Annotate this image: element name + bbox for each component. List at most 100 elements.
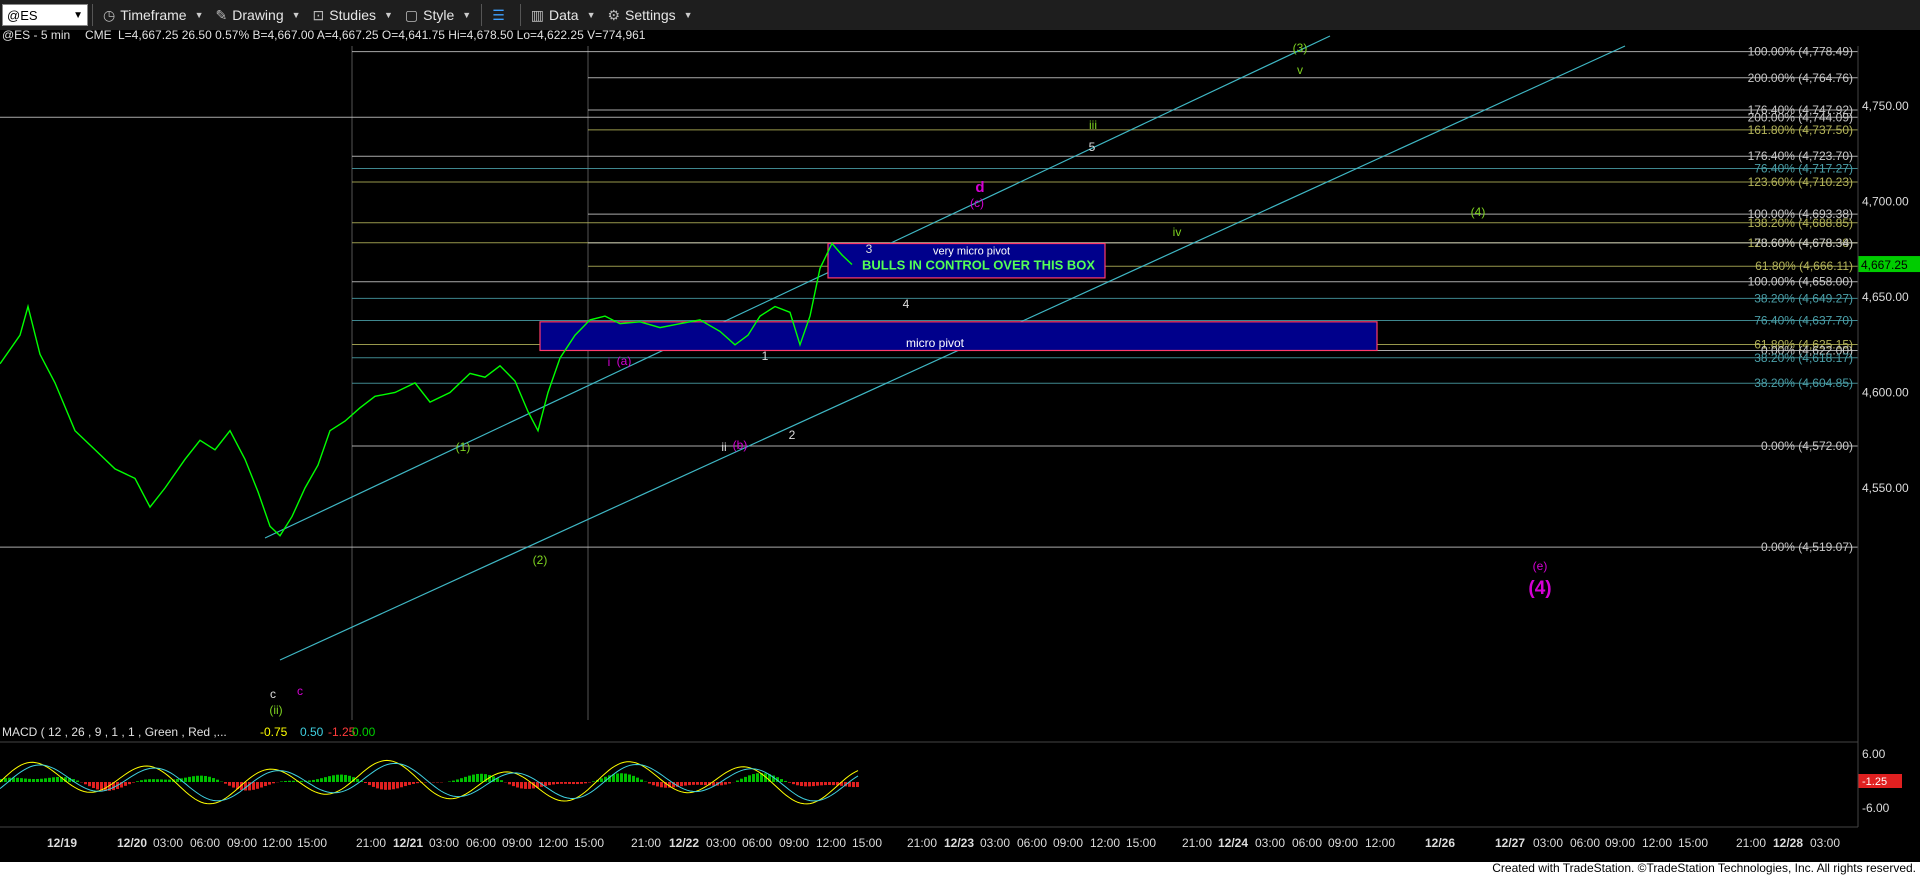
macd-histogram-bar: [228, 782, 231, 786]
macd-histogram-bar: [616, 773, 619, 782]
macd-histogram-bar: [144, 779, 147, 782]
macd-histogram-bar: [264, 782, 267, 787]
macd-histogram-bar: [728, 782, 731, 784]
style-button[interactable]: ▢ Style ▼: [399, 2, 477, 28]
macd-histogram-bar: [388, 782, 391, 790]
x-tick-label: 03:00: [153, 836, 183, 850]
macd-histogram-bar: [500, 780, 503, 782]
studies-label: Studies: [329, 7, 376, 23]
wave-label: v: [1297, 63, 1303, 77]
macd-histogram-bar: [308, 780, 311, 782]
macd-histogram-bar: [96, 782, 99, 790]
wave-label: (e): [1533, 559, 1548, 573]
macd-histogram-bar: [48, 777, 51, 782]
price-chart[interactable]: @ES - 5 min CME L=4,667.25 26.50 0.57% B=4…: [0, 30, 1920, 876]
macd-histogram-bar: [804, 782, 807, 787]
macd-histogram-bar: [700, 782, 703, 785]
macd-histogram-bar: [372, 782, 375, 787]
x-tick-label: 12/22: [669, 836, 699, 850]
settings-button[interactable]: ⚙ Settings ▼: [601, 2, 698, 28]
x-tick-label: 06:00: [1292, 836, 1322, 850]
timeframe-button[interactable]: ◷ Timeframe ▼: [97, 2, 210, 28]
wave-label: i: [608, 355, 611, 369]
macd-histogram-bar: [268, 782, 271, 785]
wave-label: d: [975, 179, 984, 196]
macd-histogram-bar: [408, 782, 411, 785]
macd-histogram-bar: [40, 778, 43, 782]
x-tick-label: 21:00: [356, 836, 386, 850]
fib-level-label: 0.00% (4,572.00): [1761, 439, 1853, 453]
macd-histogram-bar: [168, 779, 171, 782]
macd-histogram-bar: [140, 780, 143, 782]
symbol-value: @ES: [7, 8, 38, 23]
toolbar-divider: [519, 4, 521, 26]
macd-histogram-bar: [376, 782, 379, 789]
macd-histogram-bar: [384, 782, 387, 790]
macd-histogram-bar: [188, 776, 191, 782]
studies-icon: ⊡: [312, 6, 325, 23]
macd-histogram-bar: [212, 778, 215, 782]
macd-histogram-bar: [704, 782, 707, 786]
x-tick-label: 03:00: [706, 836, 736, 850]
macd-histogram-bar: [624, 773, 627, 782]
macd-histogram-bar: [300, 780, 303, 782]
micro-pivot-label: micro pivot: [906, 336, 965, 350]
x-tick-label: 06:00: [190, 836, 220, 850]
macd-histogram-bar: [148, 779, 151, 782]
x-tick-label: 09:00: [1328, 836, 1358, 850]
data-label: Data: [548, 7, 579, 23]
macd-histogram-bar: [204, 775, 207, 782]
macd-histogram-bar: [332, 775, 335, 782]
last-price-label: 4,667.25: [1861, 258, 1908, 272]
y-tick-label: 4,600.00: [1862, 386, 1909, 400]
macd-histogram-bar: [316, 779, 319, 782]
macd-histogram-bar: [528, 782, 531, 789]
fib-level-label: 76.40% (4,637.70): [1754, 313, 1853, 327]
studies-button[interactable]: ⊡ Studies ▼: [307, 2, 399, 28]
macd-histogram-bar: [92, 782, 95, 789]
chart-area[interactable]: @ES - 5 min CME L=4,667.25 26.50 0.57% B=4…: [0, 30, 1920, 876]
layout-button[interactable]: ☰: [486, 2, 516, 28]
fib-level-label: 38.20% (4,649.27): [1754, 291, 1853, 305]
chevron-down-icon: ▼: [383, 10, 393, 20]
fib-level-label: 38.20% (4,618.17): [1754, 351, 1853, 365]
x-tick-label: 06:00: [1017, 836, 1047, 850]
macd-histogram-bar: [32, 779, 35, 782]
macd-histogram-bar: [792, 782, 795, 785]
symbol-select[interactable]: @ES ▼: [2, 4, 88, 26]
fib-level-label: 38.20% (4,604.85): [1754, 376, 1853, 390]
wave-label: (3): [1293, 41, 1308, 55]
toolbar-divider: [481, 4, 483, 26]
macd-histogram-bar: [52, 777, 55, 782]
macd-value: 0.50: [300, 725, 324, 739]
wave-label: iii: [1089, 118, 1097, 132]
data-button[interactable]: ▥ Data ▼: [525, 2, 602, 28]
x-tick-label: 15:00: [1126, 836, 1156, 850]
macd-histogram-bar: [736, 780, 739, 782]
macd-histogram-bar: [816, 782, 819, 786]
macd-histogram-bar: [28, 778, 31, 782]
macd-histogram-bar: [692, 782, 695, 785]
wave-label: (ii): [269, 703, 282, 717]
macd-histogram-bar: [784, 780, 787, 782]
chevron-down-icon: ▼: [73, 10, 83, 21]
macd-histogram-bar: [284, 780, 287, 782]
macd-histogram-bar: [164, 779, 167, 782]
x-tick-label: 12:00: [1642, 836, 1672, 850]
x-tick-label: 06:00: [466, 836, 496, 850]
wave-label: 3: [866, 242, 873, 256]
macd-histogram-bar: [748, 775, 751, 782]
macd-histogram-bar: [464, 776, 467, 782]
chevron-down-icon: ▼: [683, 10, 693, 20]
wave-label: (a): [617, 354, 632, 368]
x-tick-label: 03:00: [980, 836, 1010, 850]
x-tick-label: 15:00: [297, 836, 327, 850]
wave-label: (c): [970, 196, 984, 210]
drawing-button[interactable]: ✎ Drawing ▼: [210, 2, 307, 28]
macd-histogram-bar: [756, 773, 759, 782]
macd-histogram-bar: [288, 780, 291, 782]
macd-histogram-bar: [780, 779, 783, 782]
macd-histogram-bar: [44, 778, 47, 782]
macd-histogram-bar: [640, 779, 643, 782]
macd-histogram-bar: [684, 782, 687, 786]
